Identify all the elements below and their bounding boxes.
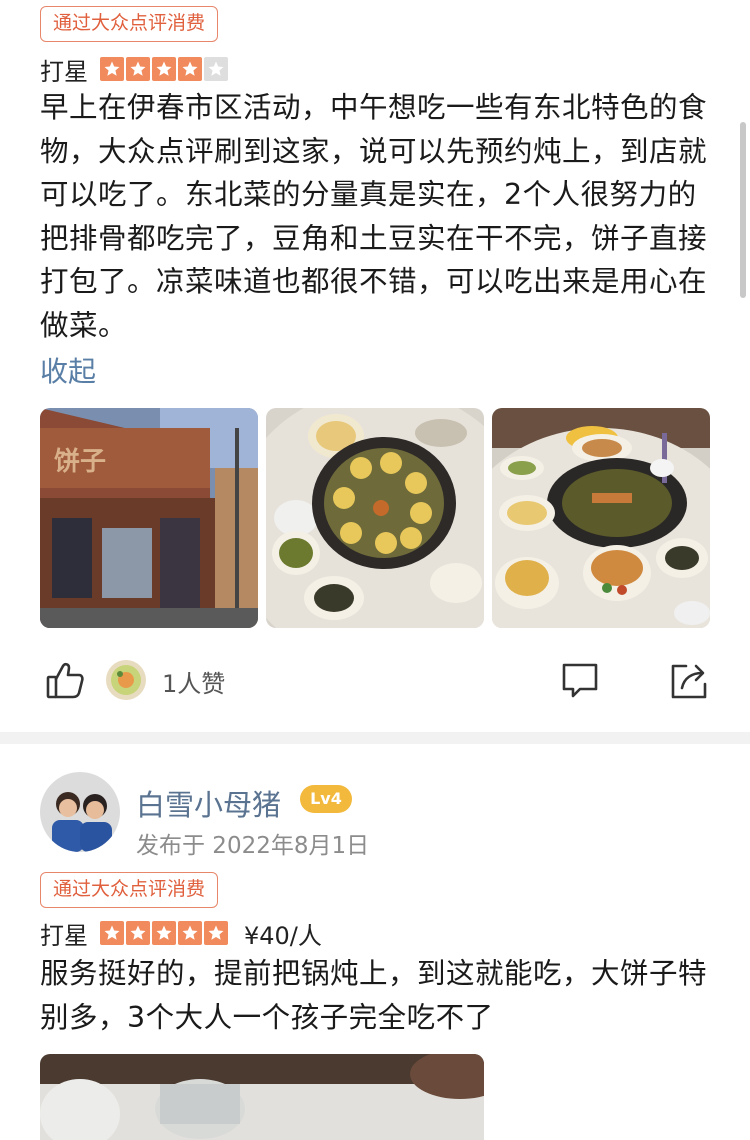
level-badge: Lv4: [300, 785, 352, 813]
consume-badge: 通过大众点评消费: [40, 872, 219, 908]
star-icon: [178, 921, 202, 945]
review-photo-stew-pot[interactable]: [266, 408, 484, 628]
action-bar: 1人赞: [0, 656, 750, 708]
review-photo-table[interactable]: [40, 1054, 484, 1140]
star-icon: [126, 57, 150, 81]
star-rating: [100, 921, 228, 945]
star-icon: [204, 921, 228, 945]
user-avatar[interactable]: [40, 772, 120, 852]
like-count: 1人赞: [162, 670, 226, 698]
rating-label: 打星: [40, 57, 88, 86]
star-icon: [100, 57, 124, 81]
consume-badge: 通过大众点评消费: [40, 6, 219, 42]
post-date: 发布于 2022年8月1日: [136, 833, 370, 859]
rating-row: 打星 ¥40/人: [40, 916, 322, 950]
like-icon[interactable]: [44, 660, 86, 702]
rating-row: 打星: [40, 52, 228, 86]
rating-label: 打星: [40, 921, 88, 950]
price-per-person: ¥40/人: [244, 921, 322, 950]
review-text: 服务挺好的，提前把锅炖上，到这就能吃，大饼子特别多，3个大人一个孩子完全吃不了: [40, 957, 708, 1034]
svg-text:饼子: 饼子: [54, 447, 106, 477]
review-text: 早上在伊春市区活动，中午想吃一些有东北特色的食物，大众点评刷到这家，说可以先预约…: [40, 91, 708, 342]
review-card: 通过大众点评消费 打星 早上在伊春市区活动，中午想吃一些有东北特色的食物，大众点…: [0, 0, 750, 728]
comment-icon[interactable]: [560, 660, 600, 700]
review-card: 白雪小母猪 Lv4 发布于 2022年8月1日 通过大众点评消费 打星 ¥40/…: [0, 744, 750, 1140]
star-rating: [100, 57, 228, 81]
star-icon: [204, 57, 228, 81]
star-icon: [152, 921, 176, 945]
share-icon[interactable]: [668, 660, 710, 702]
star-icon: [178, 57, 202, 81]
star-icon: [152, 57, 176, 81]
review-photo-storefront[interactable]: 饼子: [40, 408, 258, 628]
liker-avatar[interactable]: [106, 660, 146, 700]
star-icon: [126, 921, 150, 945]
review-photo-table-spread[interactable]: [492, 408, 710, 628]
section-divider: [0, 732, 750, 744]
collapse-link[interactable]: 收起: [40, 350, 96, 390]
username[interactable]: 白雪小母猪: [136, 782, 281, 824]
star-icon: [100, 921, 124, 945]
